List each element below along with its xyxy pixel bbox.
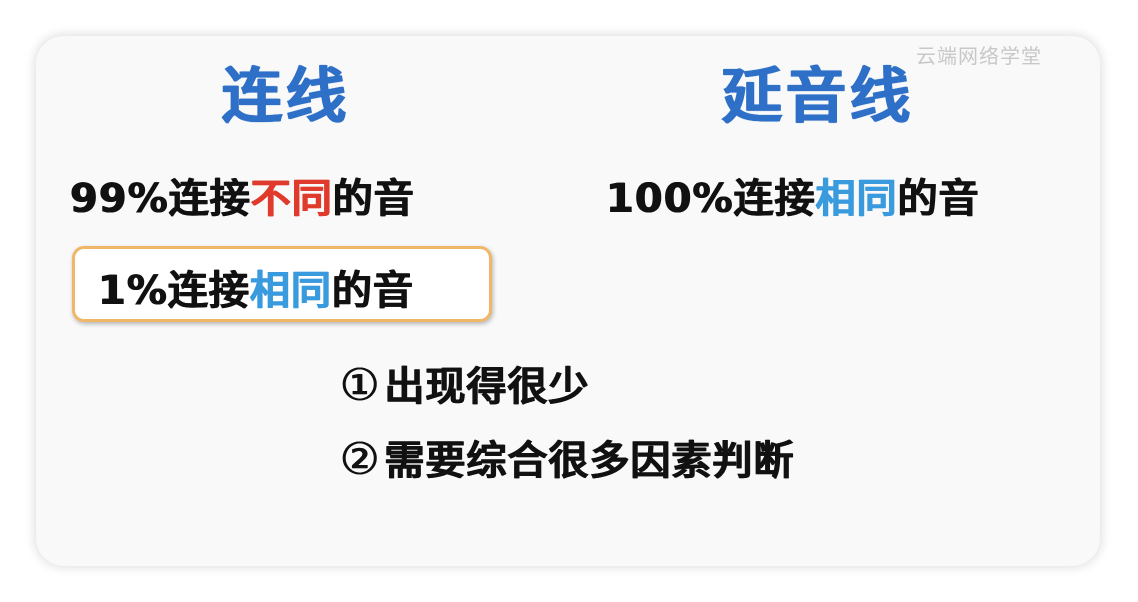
exception-prefix: 1%连接	[98, 268, 250, 314]
heading-tie: 延音线	[722, 62, 914, 132]
point-1-number: ①	[340, 360, 381, 411]
tie-desc-suffix: 的音	[897, 176, 980, 222]
point-2-number: ②	[340, 434, 381, 485]
slide: 云端网络学堂 连线 延音线 99%连接不同的音 100%连接相同的音 1%连接相…	[0, 0, 1138, 602]
tie-desc-highlight: 相同	[815, 176, 898, 222]
slur-desc-suffix: 的音	[332, 176, 415, 222]
slur-desc-highlight: 不同	[250, 176, 333, 222]
tie-desc-prefix: 100%连接	[606, 176, 816, 222]
point-1: ① 出现得很少	[340, 354, 589, 412]
exception-suffix: 的音	[331, 268, 414, 314]
tie-description: 100%连接相同的音	[606, 166, 980, 224]
watermark: 云端网络学堂	[916, 44, 1042, 68]
heading-slur: 连线	[222, 62, 350, 132]
point-2-text: 需要综合很多因素判断	[384, 438, 795, 484]
exception-highlight: 相同	[249, 268, 332, 314]
slur-description: 99%连接不同的音	[70, 166, 415, 224]
exception-description: 1%连接相同的音	[98, 258, 414, 316]
point-1-text: 出现得很少	[384, 364, 590, 410]
point-2: ② 需要综合很多因素判断	[340, 428, 794, 486]
slur-desc-prefix: 99%连接	[70, 176, 251, 222]
